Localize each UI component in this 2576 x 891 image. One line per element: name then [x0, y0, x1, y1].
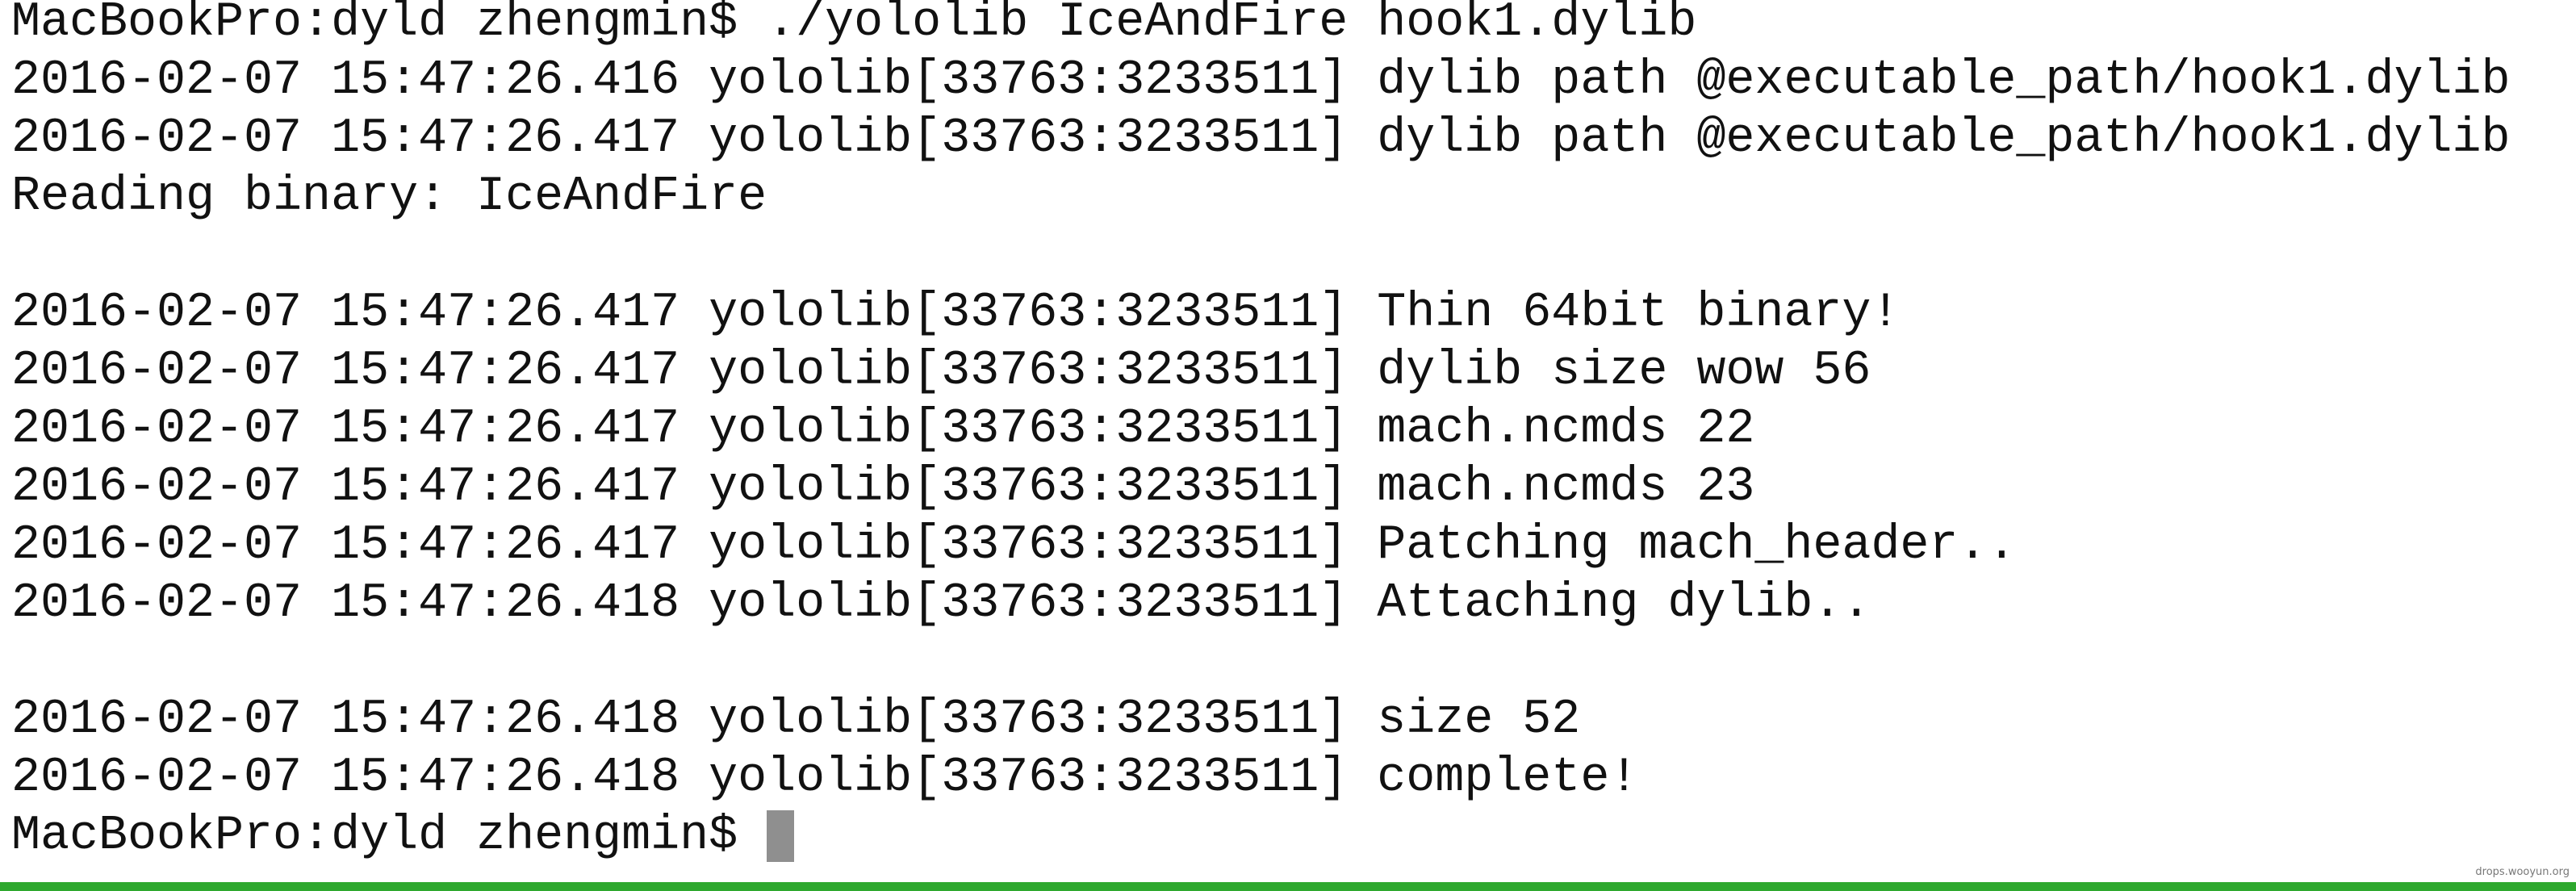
log-line: 2016-02-07 15:47:26.416 yololib[33763:32… — [11, 53, 2511, 108]
terminal-window[interactable]: MacBookPro:dyld zhengmin$ ./yololib IceA… — [0, 0, 2576, 891]
command-line: MacBookPro:dyld zhengmin$ ./yololib IceA… — [11, 0, 1697, 50]
log-line: 2016-02-07 15:47:26.417 yololib[33763:32… — [11, 344, 1871, 399]
shell-prompt: MacBookPro:dyld zhengmin$ — [11, 809, 738, 864]
log-line: Reading binary: IceAndFire — [11, 169, 767, 224]
log-line: 2016-02-07 15:47:26.417 yololib[33763:32… — [11, 518, 2017, 573]
log-line: 2016-02-07 15:47:26.417 yololib[33763:32… — [11, 111, 2511, 166]
status-bar — [0, 882, 2576, 891]
log-line: 2016-02-07 15:47:26.417 yololib[33763:32… — [11, 460, 1755, 515]
log-line: 2016-02-07 15:47:26.418 yololib[33763:32… — [11, 751, 1639, 805]
watermark: drops.wooyun.org — [2475, 866, 2570, 878]
terminal-output: MacBookPro:dyld zhengmin$ ./yololib IceA… — [11, 0, 2576, 865]
log-line: 2016-02-07 15:47:26.417 yololib[33763:32… — [11, 402, 1755, 457]
text-cursor — [767, 810, 795, 862]
log-line: 2016-02-07 15:47:26.417 yololib[33763:32… — [11, 286, 1901, 341]
active-prompt-line[interactable]: MacBookPro:dyld zhengmin$ — [11, 807, 2576, 865]
log-line: 2016-02-07 15:47:26.418 yololib[33763:32… — [11, 692, 1581, 747]
log-line: 2016-02-07 15:47:26.418 yololib[33763:32… — [11, 576, 1871, 631]
